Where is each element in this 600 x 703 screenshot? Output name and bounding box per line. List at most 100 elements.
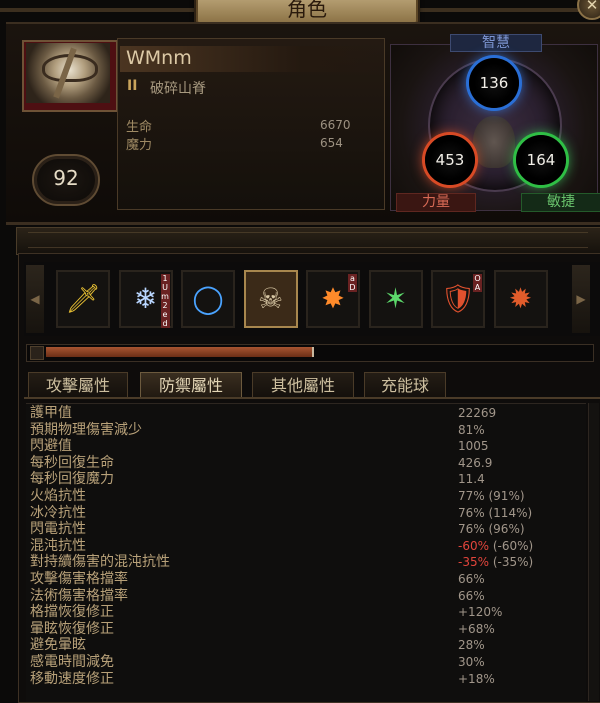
stat-value: 11.4 <box>458 472 485 487</box>
stat-label: 閃避值 <box>30 438 72 455</box>
stat-value: -35% (-35%) <box>458 555 534 570</box>
medallion-face <box>473 116 515 168</box>
stat-label: 對持續傷害的混沌抗性 <box>30 554 170 571</box>
stat-value: 426.9 <box>458 455 493 470</box>
life-label: 生命 <box>126 120 153 135</box>
stat-label: 閃電抗性 <box>30 521 86 538</box>
dexterity-orb[interactable]: 164 <box>516 135 566 185</box>
golden-sword-icon[interactable]: 🗡 <box>56 270 110 328</box>
tab-offense[interactable]: 攻擊屬性 <box>28 372 128 399</box>
character-class: 破碎山脊 <box>150 81 206 97</box>
skill-badge: a D <box>348 274 357 292</box>
stat-label: 移動速度修正 <box>30 670 114 687</box>
stat-label: 法術傷害格擋率 <box>30 587 128 604</box>
strength-orb[interactable]: 453 <box>425 135 475 185</box>
stat-value: 76% (114%) <box>458 505 533 520</box>
golden-sword-icon-glyph: 🗡 <box>65 282 101 315</box>
mana-label: 魔力 <box>126 138 153 153</box>
scroll-left-icon[interactable]: ◀ <box>26 265 44 333</box>
fire-strike-icon-glyph: ✸ <box>321 282 345 315</box>
stat-value: 30% <box>458 655 485 669</box>
stat-row[interactable]: 移動速度修正 +18% <box>30 671 570 688</box>
stat-label: 護甲值 <box>30 405 72 421</box>
stat-row[interactable]: 攻擊傷害格擋率 66% <box>30 571 570 588</box>
stat-value: 28% <box>458 638 485 653</box>
stat-row[interactable]: 避免暈眩 28% <box>30 637 570 654</box>
stat-label: 預期物理傷害減少 <box>30 421 142 438</box>
divider-ornament <box>28 232 588 248</box>
stat-row[interactable]: 閃避值 1005 <box>30 438 570 455</box>
life-value: 6670 <box>320 118 351 132</box>
fire-strike-icon[interactable]: ✸ a D <box>306 270 360 328</box>
class-rank-icon: II <box>127 78 138 94</box>
tab-charges[interactable]: 充能球 <box>364 372 446 399</box>
stat-value: +18% <box>458 671 495 686</box>
red-shield-icon[interactable]: 🛡 O A <box>431 270 485 328</box>
stat-row[interactable]: 冰冷抗性 76% (114%) <box>30 505 570 522</box>
stat-row[interactable]: 護甲值 22269 <box>30 405 570 422</box>
skull-ascendancy-icon-glyph: ☠ <box>257 282 284 315</box>
stat-row[interactable]: 混沌抗性 -60% (-60%) <box>30 538 570 555</box>
stat-value: -60% (-60%) <box>458 538 534 553</box>
red-shield-icon-glyph: 🛡 <box>440 282 476 315</box>
stat-row[interactable]: 預期物理傷害減少 81% <box>30 422 570 439</box>
character-level: 92 <box>53 166 79 190</box>
strength-label: 力量 <box>396 193 476 212</box>
stat-row[interactable]: 每秒回復生命 426.9 <box>30 455 570 472</box>
portal-icon[interactable]: ◯ <box>181 270 235 328</box>
portal-icon-glyph: ◯ <box>192 282 224 315</box>
tab-underline <box>24 397 600 399</box>
progress-handle[interactable] <box>30 346 44 360</box>
stat-value: 1005 <box>458 439 489 454</box>
green-claw-icon-glyph: ✶ <box>383 282 408 315</box>
close-icon[interactable]: ✕ <box>577 0 600 20</box>
stat-value: +68% <box>458 621 495 636</box>
scroll-right-icon[interactable]: ▶ <box>572 265 590 333</box>
ice-shard-icon-glyph: ❄ <box>133 282 158 315</box>
flame-burst-icon[interactable]: ✹ <box>493 270 548 328</box>
stat-value: 76% (96%) <box>458 522 525 537</box>
stat-row[interactable]: 感電時間減免 30% <box>30 654 570 671</box>
stat-label: 每秒回復生命 <box>30 454 114 471</box>
stat-row[interactable]: 每秒回復魔力 11.4 <box>30 471 570 488</box>
stat-value: +120% <box>458 605 503 620</box>
stat-value: 66% <box>458 572 485 586</box>
progress-fill <box>46 347 314 357</box>
intelligence-orb[interactable]: 136 <box>469 58 519 108</box>
stat-value: 81% <box>458 422 485 437</box>
stat-value: 66% <box>458 588 485 603</box>
stat-scrollbar[interactable] <box>588 403 599 701</box>
skull-ascendancy-icon[interactable]: ☠ <box>243 270 298 328</box>
stat-row[interactable]: 對持續傷害的混沌抗性 -35% (-35%) <box>30 554 570 571</box>
stat-row[interactable]: 暈眩恢復修正 +68% <box>30 621 570 638</box>
stat-row[interactable]: 格擋恢復修正 +120% <box>30 604 570 621</box>
stat-label: 暈眩恢復修正 <box>30 620 114 637</box>
tab-defense[interactable]: 防禦屬性 <box>140 372 242 399</box>
character-name: WMnm <box>126 47 192 69</box>
stat-label: 避免暈眩 <box>30 637 86 654</box>
stat-label: 火焰抗性 <box>30 488 86 504</box>
mana-value: 654 <box>320 136 343 150</box>
flame-burst-icon-glyph: ✹ <box>508 282 533 315</box>
stat-row[interactable]: 閃電抗性 76% (96%) <box>30 521 570 538</box>
dexterity-label: 敏捷 <box>521 193 600 212</box>
green-claw-icon[interactable]: ✶ <box>368 270 423 328</box>
stat-value: 77% (91%) <box>458 489 525 503</box>
skill-badge: O A <box>473 274 482 292</box>
stat-label: 混沌抗性 <box>30 537 86 554</box>
window-title: 角色 <box>287 0 327 21</box>
stat-row[interactable]: 火焰抗性 77% (91%) <box>30 488 570 505</box>
stat-label: 每秒回復魔力 <box>30 471 114 488</box>
tab-misc[interactable]: 其他屬性 <box>252 372 354 399</box>
stat-label: 格擋恢復修正 <box>30 604 114 621</box>
stat-label: 感電時間減免 <box>30 654 114 670</box>
intelligence-label: 智慧 <box>450 34 542 52</box>
skill-badge: 1 U m 2 e d <box>160 274 170 328</box>
ice-shard-icon[interactable]: ❄ 1 U m 2 e d <box>118 270 173 328</box>
stat-label: 冰冷抗性 <box>30 504 86 521</box>
window-title-banner: 角色 <box>196 0 418 24</box>
stat-value: 22269 <box>458 406 497 420</box>
defense-stat-table: 護甲值 22269 預期物理傷害減少 81% 閃避值 1005 每秒回復生命 426.9 每秒回… <box>26 403 586 702</box>
stat-row[interactable]: 法術傷害格擋率 66% <box>30 588 570 605</box>
stat-label: 攻擊傷害格擋率 <box>30 571 128 587</box>
